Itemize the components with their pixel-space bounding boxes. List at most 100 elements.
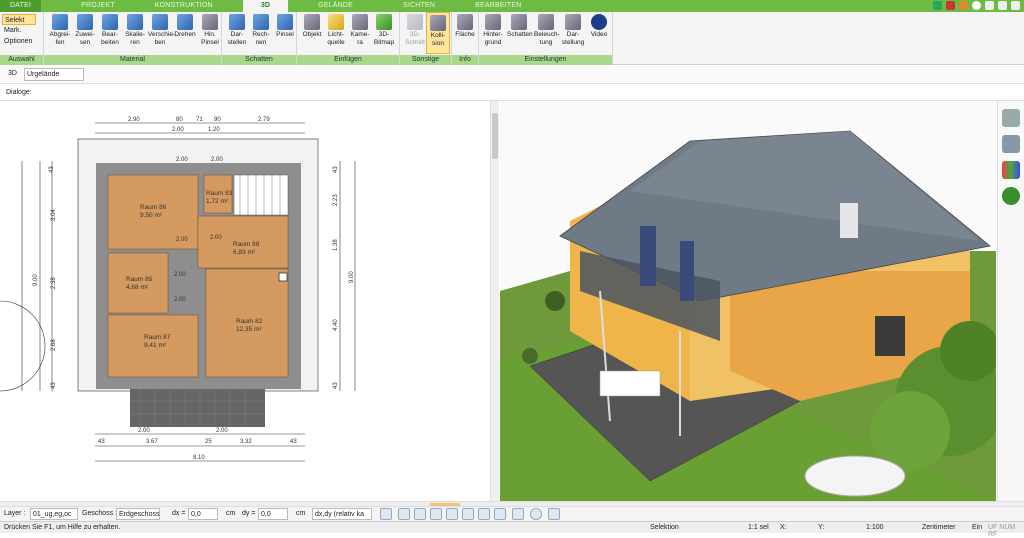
collision-button[interactable]: Kolli- sion [426,12,450,54]
bulb-icon [328,14,344,30]
ribbon-tab-bar: DATEI PROJEKT KONSTRUKTION 3D GELÄNDE SI… [0,0,1024,12]
monitor-icon[interactable] [398,508,410,520]
insert-3d-bitmap-button[interactable]: 3D- Bitmap [372,14,396,47]
group-auswahl: Selekt Mark. Optionen Auswahl [0,12,44,65]
floor-dropdown[interactable]: Erdgeschoss [116,508,160,520]
terrain-dropdown[interactable]: Urgelände [24,68,84,81]
room-area: 4,68 m² [126,284,149,291]
dim-left-label: 2.68 [51,339,57,351]
floor-plan-view[interactable]: 2.90 80 71 90 2.79 2.00 1.20 2.00 2.00 4… [0,101,490,501]
status-flags: UF NUM RF [988,524,1016,538]
room-area: 12,35 m² [236,326,262,333]
layers-icon[interactable] [1002,109,1020,127]
group-label: Info [452,55,478,65]
dialog-bar: Dialoge: [0,85,1024,101]
scale-material-button[interactable]: Skalie- ren [123,14,147,47]
minimize-icon[interactable] [985,1,994,10]
view-subbar: 3D Urgelände [0,66,1024,84]
options-button[interactable]: Optionen [2,36,36,47]
dim-top-label: 90 [214,117,221,123]
show-shadows-button[interactable]: Dar- stellen [225,14,249,47]
insert-light-button[interactable]: Licht- quelle [324,14,348,47]
mark-button[interactable]: Mark. [2,25,36,36]
ribbon: Selekt Mark. Optionen Auswahl Abgrei- fe… [0,12,1024,65]
scrollbar-thumb[interactable] [492,113,498,159]
compute-shadows-button[interactable]: Rech- nen [249,14,273,47]
dim-right-label: 9.00 [349,271,355,283]
pick-material-button[interactable]: Abgrei- fen [48,14,72,47]
hint-brush-button[interactable]: Hin. Pinsel [198,14,222,47]
lighting-button[interactable]: Beleuch- tung [534,14,560,47]
insert-camera-button[interactable]: Kame- ra [348,14,372,47]
dx-input[interactable]: 0,0 [188,508,218,520]
tab-projekt[interactable]: PROJEKT [71,0,125,12]
cube-icon [253,14,269,30]
help-icon[interactable] [972,1,981,10]
close-icon[interactable] [1011,1,1020,10]
north-icon[interactable] [530,508,542,520]
shadow-brush-button[interactable]: Pinsel [273,14,297,39]
background-button[interactable]: Hinter- grund [481,14,505,47]
room-name: Raum 86 [140,204,167,211]
chair-icon[interactable] [1002,135,1020,153]
room-name: Raum 83 [206,190,233,197]
area-button[interactable]: Fläche [453,14,477,39]
assign-material-button[interactable]: Zuwei- sen [73,14,97,47]
group-schatten: Dar- stellen Rech- nen Pinsel Schatten [222,12,297,65]
display-button[interactable]: Dar- stellung [561,14,585,47]
coordinate-mode-dropdown[interactable]: dx,dy (relativ ka [312,508,372,520]
background-icon [485,14,501,30]
plan-vertical-scrollbar[interactable] [490,101,499,501]
group-label: Auswahl [0,55,43,65]
dim-bottom-label: 3.67 [146,439,158,445]
maximize-icon[interactable] [998,1,1007,10]
status-unit: Zentimeter [922,524,956,531]
dim-top-label: 2.90 [128,117,140,123]
scale-icon [127,14,143,30]
snap-active-icon[interactable] [478,508,490,520]
tab-sichten[interactable]: SICHTEN [393,0,445,12]
shadow-settings-button[interactable]: Schatten [507,14,533,39]
move-material-button[interactable]: Verschie- ben [148,14,175,47]
floor-plan-drawing: 2.90 80 71 90 2.79 2.00 1.20 2.00 2.00 4… [0,117,356,462]
group-label: Einstellungen [479,55,612,65]
brush-icon [202,14,218,30]
dx-unit: cm [226,510,236,517]
settings-icon[interactable] [548,508,560,520]
clock-icon[interactable] [380,508,392,520]
print-icon[interactable] [959,1,968,10]
tab-datei[interactable]: DATEI [0,0,42,12]
dim-bottom-label: 2.00 [216,428,228,434]
layer-dropdown[interactable]: 01_ug,eg,oc [30,508,78,520]
bottom-toolbar: Layer : 01_ug,eg,oc Geschoss : Erdgescho… [0,506,1024,521]
3d-scene [500,101,996,501]
snap-point-icon[interactable] [430,508,442,520]
tree-icon[interactable] [1002,187,1020,205]
palette-icon[interactable] [1002,161,1020,179]
group-info: Fläche Info [452,12,479,65]
rotate-material-button[interactable]: Drehen [173,14,197,39]
tab-3d[interactable]: 3D [242,0,289,12]
tab-konstruktion[interactable]: KONSTRUKTION [145,0,223,12]
save-icon[interactable] [946,1,955,10]
3d-view[interactable] [500,101,996,501]
snap-line-icon[interactable] [446,508,458,520]
layer-filter-icon[interactable] [494,508,506,520]
video-button[interactable]: Video [587,14,611,39]
tab-gelaende[interactable]: GELÄNDE [308,0,363,12]
insert-object-button[interactable]: Objekt [300,14,324,39]
snap-angle-icon[interactable] [462,508,474,520]
status-bar: Drücken Sie F1, um Hilfe zu erhalten. Se… [0,521,1024,538]
3d-section-button[interactable]: 3D- Schnitt [403,14,427,47]
select-button[interactable]: Selekt [2,14,36,25]
play-icon [591,14,607,30]
pen-icon[interactable] [933,1,942,10]
group-label: Schatten [222,55,296,65]
grid-icon[interactable] [512,508,524,520]
dim-right-label: 43 [333,382,339,389]
dy-input[interactable]: 0,0 [258,508,288,520]
edit-material-button[interactable]: Bear- beiten [98,14,122,47]
tab-bearbeiten[interactable]: BEARBEITEN [465,0,531,12]
dialog-label: Dialoge: [6,89,32,96]
snap-icon[interactable] [414,508,426,520]
